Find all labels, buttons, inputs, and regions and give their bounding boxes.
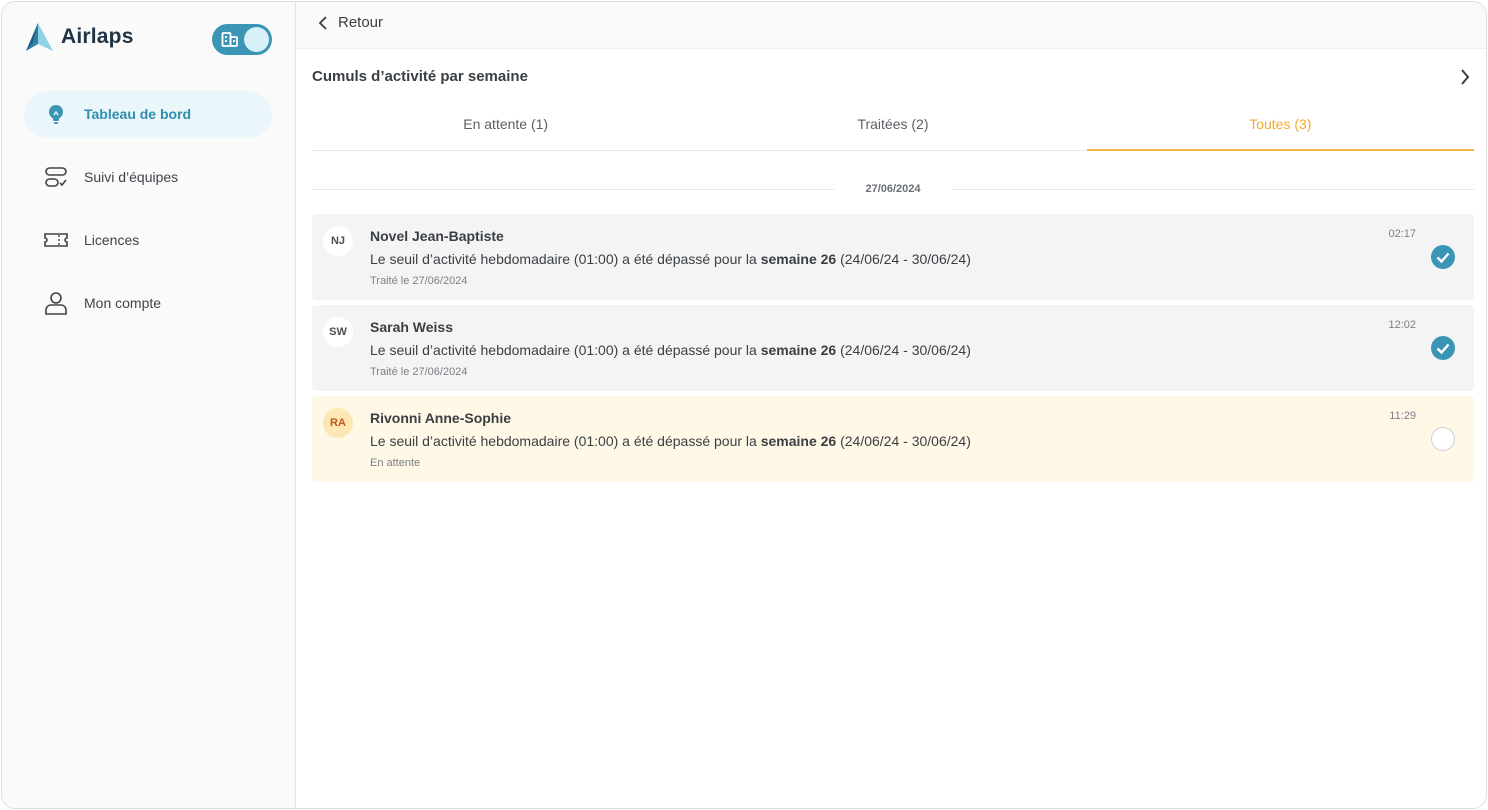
sidebar-item-label: Licences: [84, 232, 140, 248]
sidebar: Airlaps Tableau de bord Suivi d’équipes …: [2, 2, 296, 808]
sidebar-item-tableau-de-bord[interactable]: Tableau de bord: [24, 91, 272, 138]
alert-time: 02:17: [1388, 228, 1416, 240]
avatar: SW: [323, 317, 353, 347]
alert-time: 11:29: [1389, 410, 1416, 422]
alert-message: Le seuil d’activité hebdomadaire (01:00)…: [370, 342, 971, 358]
mode-toggle[interactable]: [212, 24, 272, 55]
section-header: Cumuls d’activité par semaine: [312, 66, 1472, 90]
alert-list: NJ Novel Jean-Baptiste Le seuil d’activi…: [312, 214, 1474, 487]
list-item[interactable]: NJ Novel Jean-Baptiste Le seuil d’activi…: [312, 214, 1474, 300]
date-separator-label: 27/06/2024: [865, 183, 921, 195]
employee-name: Rivonni Anne-Sophie: [370, 410, 512, 426]
section-title: Cumuls d’activité par semaine: [312, 68, 528, 85]
user-icon: [45, 292, 67, 315]
employee-name: Novel Jean-Baptiste: [370, 228, 504, 244]
sidebar-item-mon-compte[interactable]: Mon compte: [24, 280, 272, 327]
tab-en-attente[interactable]: En attente (1): [312, 102, 699, 150]
alert-time: 12:02: [1388, 319, 1416, 331]
tab-toutes[interactable]: Toutes (3): [1086, 102, 1475, 151]
sidebar-nav: Tableau de bord Suivi d’équipes Licences: [24, 91, 272, 343]
chevron-right-icon[interactable]: [1458, 66, 1472, 88]
avatar: NJ: [323, 226, 353, 256]
ticket-icon: [44, 233, 68, 247]
main-content: Retour Cumuls d’activité par semaine En …: [296, 2, 1486, 808]
check-circle-icon[interactable]: [1431, 245, 1455, 269]
tab-traitees[interactable]: Traitées (2): [699, 102, 1086, 150]
sidebar-item-label: Tableau de bord: [84, 106, 192, 122]
sidebar-item-label: Mon compte: [84, 295, 162, 311]
alert-status: Traité le 27/06/2024: [370, 275, 468, 287]
team-tracking-icon: [45, 167, 67, 187]
airlaps-logo-icon: [26, 23, 53, 51]
back-button[interactable]: Retour: [318, 14, 383, 31]
alert-message: Le seuil d’activité hebdomadaire (01:00)…: [370, 433, 971, 449]
list-item[interactable]: RA Rivonni Anne-Sophie Le seuil d’activi…: [312, 396, 1474, 482]
back-label: Retour: [338, 14, 384, 31]
alert-message: Le seuil d’activité hebdomadaire (01:00)…: [370, 251, 971, 267]
building-icon: [221, 32, 238, 47]
employee-name: Sarah Weiss: [370, 319, 454, 335]
date-separator: 27/06/2024: [312, 180, 1474, 200]
sidebar-item-licences[interactable]: Licences: [24, 217, 272, 264]
avatar: RA: [323, 408, 353, 438]
app-window: Airlaps Tableau de bord Suivi d’équipes …: [1, 1, 1487, 809]
toggle-knob: [244, 27, 269, 52]
sidebar-item-label: Suivi d’équipes: [84, 169, 179, 185]
filter-tabs: En attente (1) Traitées (2) Toutes (3): [312, 102, 1475, 151]
brand-name: Airlaps: [61, 25, 134, 48]
check-circle-icon[interactable]: [1431, 336, 1455, 360]
alert-status: En attente: [370, 457, 421, 469]
empty-circle-checkbox[interactable]: [1431, 427, 1455, 451]
sidebar-item-suivi-equipes[interactable]: Suivi d’équipes: [24, 154, 272, 201]
chevron-left-icon: [318, 15, 327, 30]
brand[interactable]: Airlaps: [24, 22, 134, 52]
list-item[interactable]: SW Sarah Weiss Le seuil d’activité hebdo…: [312, 305, 1474, 391]
lightbulb-icon: [49, 105, 63, 124]
topbar: Retour: [296, 2, 1486, 49]
alert-status: Traité le 27/06/2024: [370, 366, 468, 378]
